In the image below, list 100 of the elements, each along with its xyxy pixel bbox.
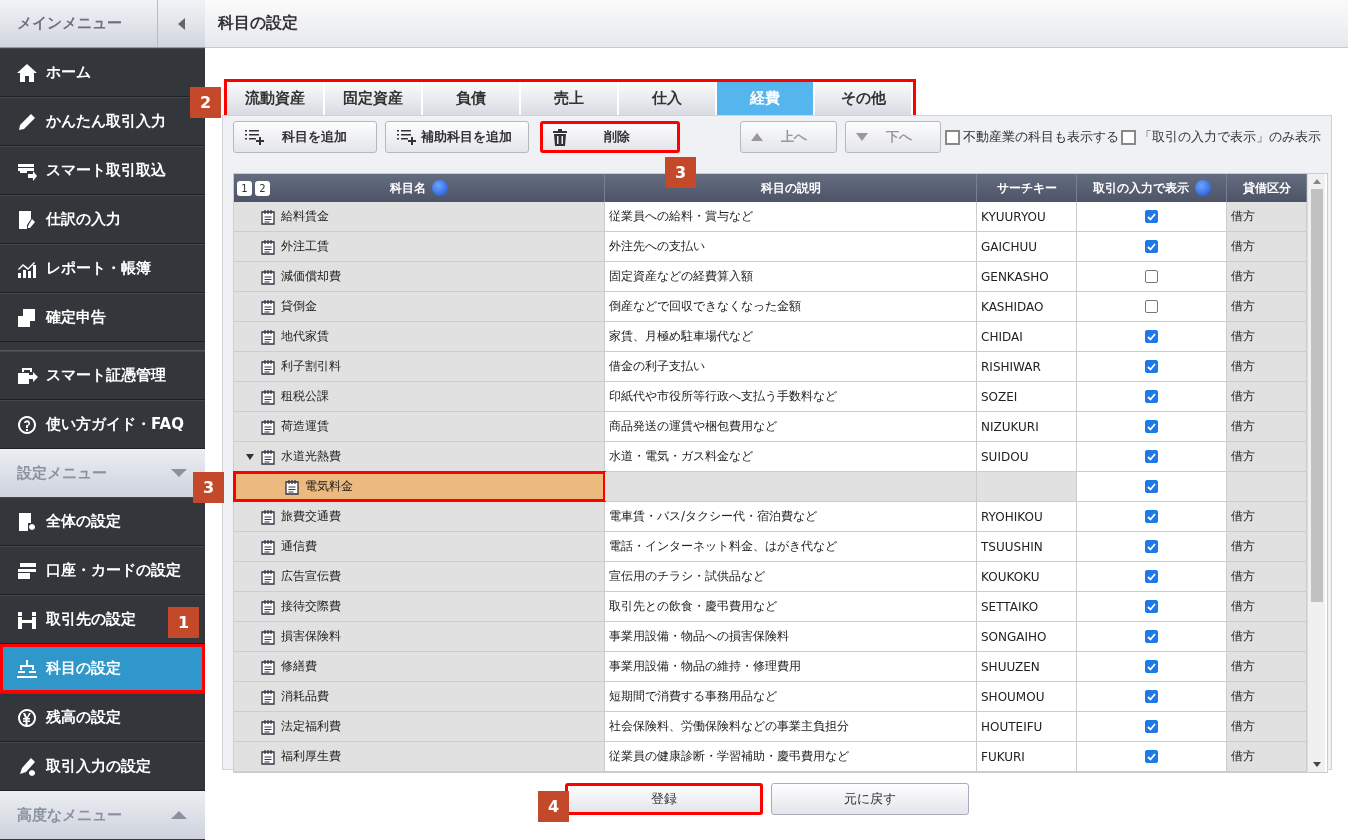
account-name-cell[interactable]: 給料賃金 — [234, 202, 605, 231]
search-key-cell: SHOUMOU — [977, 682, 1077, 711]
menu-title: メインメニュー — [16, 13, 123, 34]
sidebar-item[interactable]: 使い方ガイド・FAQ — [0, 400, 205, 449]
category-tab[interactable]: 売上 — [521, 82, 619, 115]
notepad-icon — [260, 298, 276, 315]
account-name-cell[interactable]: 電気料金 — [234, 472, 605, 501]
search-key-cell: GENKASHO — [977, 262, 1077, 291]
category-tab[interactable]: 固定資産 — [325, 82, 423, 115]
account-name-cell[interactable]: 貸倒金 — [234, 292, 605, 321]
account-name-cell[interactable]: 租税公課 — [234, 382, 605, 411]
debit-credit-cell: 借方 — [1227, 622, 1307, 651]
account-name-cell[interactable]: 接待交際費 — [234, 592, 605, 621]
show-checkbox[interactable] — [1145, 330, 1158, 343]
show-checkbox[interactable] — [1145, 360, 1158, 373]
scroll-down-icon[interactable] — [1312, 762, 1321, 767]
account-name-cell[interactable]: 消耗品費 — [234, 682, 605, 711]
show-checkbox[interactable] — [1145, 270, 1158, 283]
account-name-cell[interactable]: 広告宣伝費 — [234, 562, 605, 591]
option-checkbox[interactable]: 不動産業の科目も表示する — [945, 128, 1119, 146]
account-name-cell[interactable]: 損害保険料 — [234, 622, 605, 651]
caret-icon — [171, 810, 187, 820]
step-badge: 2 — [190, 87, 221, 118]
level-button[interactable]: 1 — [237, 180, 252, 196]
show-checkbox[interactable] — [1145, 420, 1158, 433]
sidebar-item[interactable]: レポート・帳簿 — [0, 244, 205, 293]
show-checkbox[interactable] — [1145, 480, 1158, 493]
add-list-icon — [244, 128, 264, 146]
debit-credit-cell: 借方 — [1227, 442, 1307, 471]
sidebar-item[interactable]: 確定申告 — [0, 293, 205, 342]
sidebar-item[interactable]: スマート証憑管理 — [0, 351, 205, 400]
sidebar-item[interactable]: 取引入力の設定 — [0, 742, 205, 791]
sidebar-item[interactable]: スマート取引取込 — [0, 146, 205, 195]
notepad-icon — [260, 208, 276, 225]
account-name-cell[interactable]: 地代家賃 — [234, 322, 605, 351]
caret-icon[interactable] — [246, 453, 254, 460]
category-tab[interactable]: その他 — [815, 82, 913, 115]
sidebar-item[interactable]: 仕訳の入力 — [0, 195, 205, 244]
sidebar-item[interactable]: 残高の設定 — [0, 693, 205, 742]
sidebar-item[interactable]: 全体の設定 — [0, 497, 205, 546]
search-key-cell: CHIDAI — [977, 322, 1077, 351]
debit-credit-cell: 借方 — [1227, 532, 1307, 561]
scroll-up-icon[interactable] — [1312, 179, 1321, 184]
show-checkbox[interactable] — [1145, 600, 1158, 613]
account-name-cell[interactable]: 外注工賃 — [234, 232, 605, 261]
description-cell: 取引先との飲食・慶弔費用など — [605, 592, 977, 621]
description-cell: 印紙代や市役所等行政へ支払う手数料など — [605, 382, 977, 411]
show-checkbox[interactable] — [1145, 690, 1158, 703]
account-name-cell[interactable]: 法定福利費 — [234, 712, 605, 741]
home-icon — [16, 62, 38, 83]
notepad-icon — [284, 478, 300, 495]
account-name-cell[interactable]: 旅費交通費 — [234, 502, 605, 531]
search-key-cell: KOUKOKU — [977, 562, 1077, 591]
account-name-cell[interactable]: 通信費 — [234, 532, 605, 561]
notepad-icon — [260, 658, 276, 675]
show-checkbox[interactable] — [1145, 450, 1158, 463]
notepad-icon — [260, 508, 276, 525]
show-checkbox[interactable] — [1145, 210, 1158, 223]
toolbar-button[interactable]: 削除 — [539, 121, 681, 153]
account-name-cell[interactable]: 福利厚生費 — [234, 742, 605, 771]
debit-credit-cell: 借方 — [1227, 412, 1307, 441]
notepad-icon — [260, 328, 276, 345]
level-button[interactable]: 2 — [255, 180, 270, 196]
search-key-cell: SOZEI — [977, 382, 1077, 411]
show-checkbox[interactable] — [1145, 540, 1158, 553]
show-checkbox[interactable] — [1145, 570, 1158, 583]
sheet-gear-icon — [16, 511, 38, 532]
sidebar-item[interactable]: 口座・カードの設定 — [0, 546, 205, 595]
show-checkbox[interactable] — [1145, 390, 1158, 403]
footer-button[interactable]: 元に戻す — [771, 783, 969, 815]
toolbar-button[interactable]: 科目を追加 — [233, 121, 377, 153]
category-tab[interactable]: 流動資産 — [227, 82, 325, 115]
account-name-cell[interactable]: 荷造運賃 — [234, 412, 605, 441]
notepad-icon — [260, 358, 276, 375]
category-tab[interactable]: 仕入 — [619, 82, 717, 115]
search-key-cell: NIZUKURI — [977, 412, 1077, 441]
category-tab[interactable]: 負債 — [423, 82, 521, 115]
show-checkbox[interactable] — [1145, 720, 1158, 733]
debit-credit-cell: 借方 — [1227, 562, 1307, 591]
show-checkbox[interactable] — [1145, 630, 1158, 643]
show-checkbox[interactable] — [1145, 660, 1158, 673]
option-checkbox[interactable]: 「取引の入力で表示」のみ表示 — [1121, 128, 1321, 146]
show-checkbox[interactable] — [1145, 240, 1158, 253]
account-name-cell[interactable]: 減価償却費 — [234, 262, 605, 291]
debit-credit-cell: 借方 — [1227, 232, 1307, 261]
description-cell: 従業員への給料・賞与など — [605, 202, 977, 231]
footer-button[interactable]: 登録 — [565, 783, 763, 815]
account-name-cell[interactable]: 水道光熱費 — [234, 442, 605, 471]
description-cell: 短期間で消費する事務用品など — [605, 682, 977, 711]
account-name-cell[interactable]: 利子割引料 — [234, 352, 605, 381]
show-checkbox[interactable] — [1145, 300, 1158, 313]
show-checkbox[interactable] — [1145, 750, 1158, 763]
account-name-cell[interactable]: 修繕費 — [234, 652, 605, 681]
description-cell: 商品発送の運賃や梱包費用など — [605, 412, 977, 441]
yen-icon — [16, 707, 38, 728]
scrollbar[interactable] — [1307, 174, 1325, 772]
toolbar-button[interactable]: 補助科目を追加 — [385, 121, 529, 153]
show-checkbox[interactable] — [1145, 510, 1158, 523]
search-key-cell: SHUUZEN — [977, 652, 1077, 681]
description-cell: 宣伝用のチラシ・試供品など — [605, 562, 977, 591]
